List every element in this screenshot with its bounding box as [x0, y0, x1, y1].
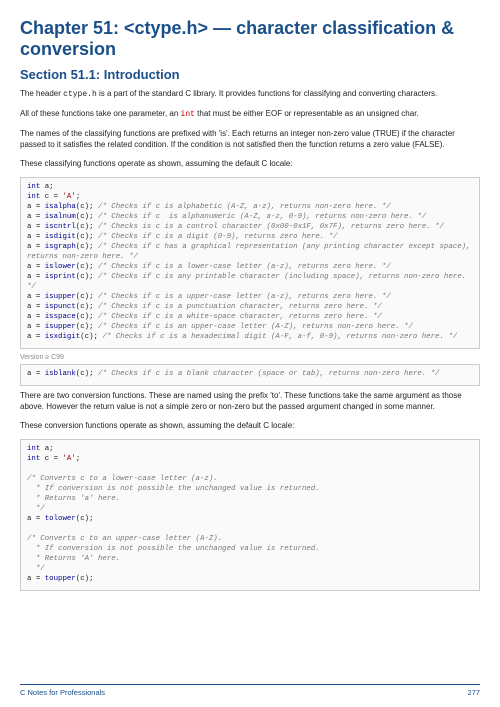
- para-5: There are two conversion functions. Thes…: [20, 391, 480, 413]
- code-block-1: int a; int c = 'A'; a = isalpha(c); /* C…: [20, 177, 480, 349]
- code-block-2: int a; int c = 'A'; /* Converts c to a l…: [20, 439, 480, 591]
- inline-code: int: [181, 110, 195, 119]
- para-2: All of these functions take one paramete…: [20, 109, 480, 121]
- para-6: These conversion functions operate as sh…: [20, 421, 480, 432]
- page-footer: C Notes for Professionals 277: [20, 684, 480, 697]
- chapter-title: Chapter 51: <ctype.h> — character classi…: [20, 18, 480, 59]
- code-block-1b: a = isblank(c); /* Checks if c is a blan…: [20, 364, 480, 386]
- inline-code: ctype.h: [63, 90, 97, 99]
- para-4: These classifying functions operate as s…: [20, 159, 480, 170]
- footer-left: C Notes for Professionals: [20, 688, 105, 697]
- section-title: Section 51.1: Introduction: [20, 67, 480, 82]
- para-1: The header ctype.h is a part of the stan…: [20, 89, 480, 101]
- page-number: 277: [467, 688, 480, 697]
- para-3: The names of the classifying functions a…: [20, 129, 480, 151]
- version-note: Version ≥ C99: [20, 354, 480, 361]
